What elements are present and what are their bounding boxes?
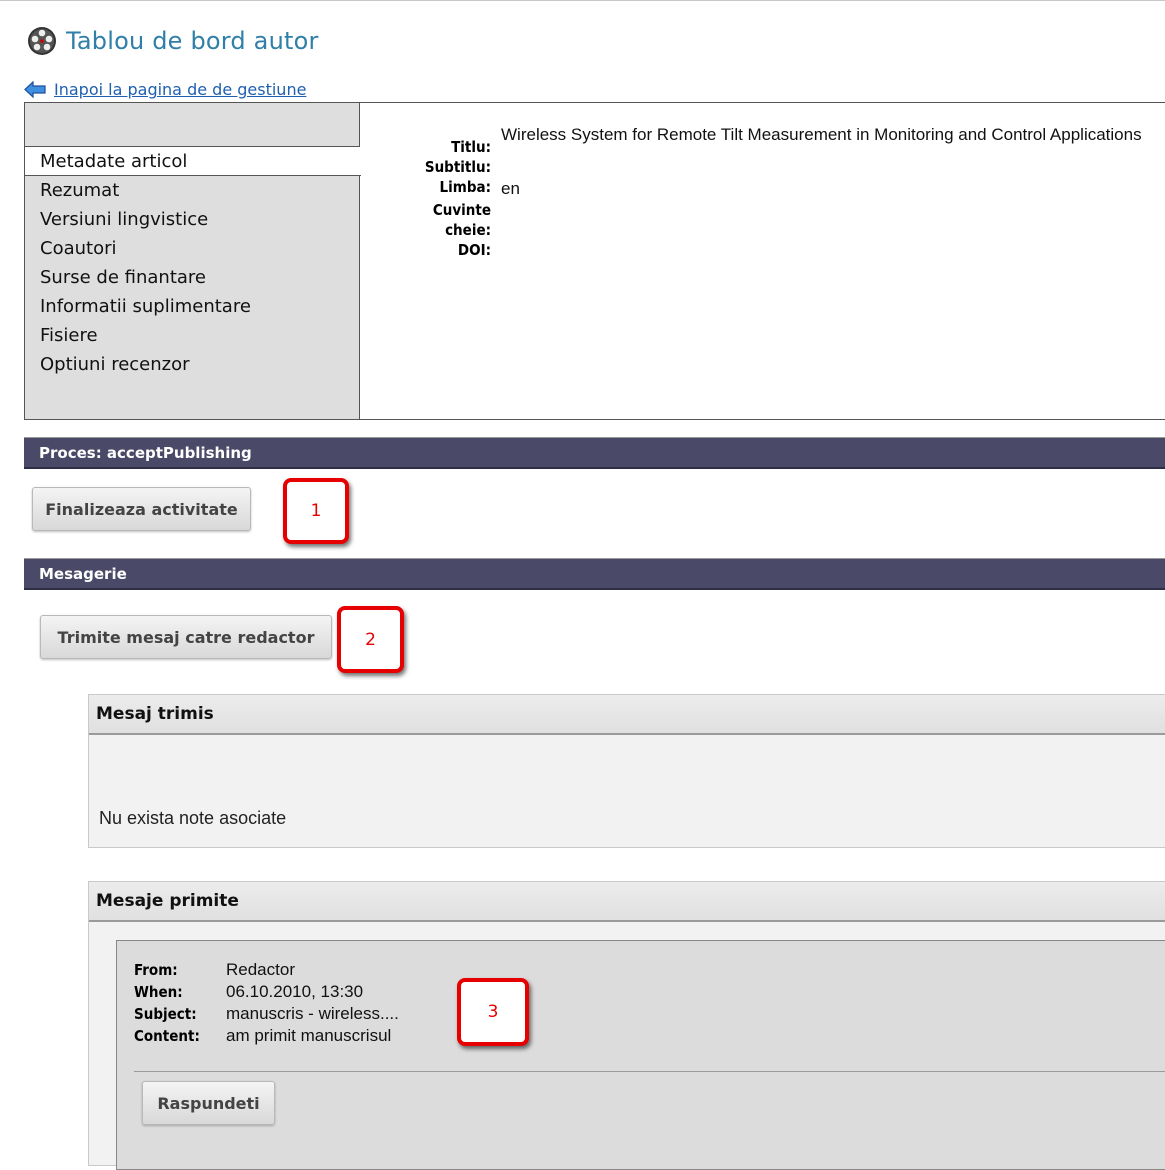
from-value: Redactor xyxy=(226,960,295,979)
reply-button[interactable]: Raspundeti xyxy=(142,1081,275,1125)
message-card: From: Redactor When: 06.10.2010, 13:30 S… xyxy=(116,940,1165,1170)
title-label: Titlu: xyxy=(451,138,491,156)
when-label: When: xyxy=(134,983,183,1001)
title-value: Wireless System for Remote Tilt Measurem… xyxy=(501,125,1142,144)
top-divider xyxy=(0,0,1165,1)
tab-rezumat[interactable]: Rezumat xyxy=(25,176,359,205)
tab-optiuni-recenzor[interactable]: Optiuni recenzor xyxy=(25,350,359,379)
from-label: From: xyxy=(134,961,178,979)
tab-metadate-articol[interactable]: Metadate articol xyxy=(25,147,361,176)
subtitle-label: Subtitlu: xyxy=(424,158,491,176)
tabs-spacer xyxy=(25,103,359,147)
annotation-marker-1: 1 xyxy=(283,478,349,544)
page-header: Tablou de bord autor xyxy=(26,24,319,58)
message-details: From: Redactor When: 06.10.2010, 13:30 S… xyxy=(134,959,399,1047)
tab-surse-de-finantare[interactable]: Surse de finantare xyxy=(25,263,359,292)
doi-value xyxy=(501,240,1161,260)
sent-empty-note: Nu exista note asociate xyxy=(99,808,287,828)
send-message-button[interactable]: Trimite mesaj catre redactor xyxy=(40,615,332,659)
tab-fisiere[interactable]: Fisiere xyxy=(25,321,359,350)
field-language: Limba: en xyxy=(361,177,1161,200)
sent-messages-panel: Mesaj trimis Nu exista note asociate xyxy=(88,694,1165,848)
field-subtitle: Subtitlu: xyxy=(361,157,1161,177)
message-when: When: 06.10.2010, 13:30 xyxy=(134,981,399,1003)
messaging-header: Mesagerie xyxy=(24,558,1165,590)
language-label: Limba: xyxy=(439,178,491,196)
message-subject: Subject: manuscris - wireless.... xyxy=(134,1003,399,1025)
page-title: Tablou de bord autor xyxy=(66,27,319,55)
subtitle-value xyxy=(501,157,1161,177)
annotation-marker-2: 2 xyxy=(337,606,404,673)
doi-label: DOI: xyxy=(457,241,491,259)
field-keywords: Cuvinte cheie: xyxy=(361,200,1161,240)
tab-informatii-suplimentare[interactable]: Informatii suplimentare xyxy=(25,292,359,321)
tab-coautori[interactable]: Coautori xyxy=(25,234,359,263)
finalize-activity-button[interactable]: Finalizeaza activitate xyxy=(32,487,251,531)
process-header: Proces: acceptPublishing xyxy=(24,437,1165,469)
metadata-panel: Metadate articol Rezumat Versiuni lingvi… xyxy=(24,102,1165,420)
film-reel-icon xyxy=(28,27,56,55)
sent-messages-header: Mesaj trimis xyxy=(89,695,1165,735)
back-link-text[interactable]: Inapoi la pagina de de gestiune xyxy=(54,80,306,99)
message-content: Content: am primit manuscrisul xyxy=(134,1025,399,1047)
content-value: am primit manuscrisul xyxy=(226,1026,392,1045)
subject-label: Subject: xyxy=(134,1005,197,1023)
keywords-label-line2: cheie: xyxy=(445,221,491,239)
message-divider xyxy=(134,1071,1165,1072)
keywords-value xyxy=(501,200,1161,240)
field-doi: DOI: xyxy=(361,240,1161,260)
subject-value: manuscris - wireless.... xyxy=(226,1004,399,1023)
tab-versiuni-lingvistice[interactable]: Versiuni lingvistice xyxy=(25,205,359,234)
annotation-marker-3: 3 xyxy=(457,978,529,1046)
when-value: 06.10.2010, 13:30 xyxy=(226,982,364,1001)
received-messages-panel: Mesaje primite From: Redactor When: 06.1… xyxy=(88,881,1165,1170)
keywords-label: Cuvinte cheie: xyxy=(361,200,501,240)
keywords-label-line1: Cuvinte xyxy=(432,201,491,219)
field-title: Titlu: Wireless System for Remote Tilt M… xyxy=(361,123,1161,157)
content-label: Content: xyxy=(134,1027,200,1045)
received-messages-header: Mesaje primite xyxy=(89,882,1165,922)
metadata-fields: Titlu: Wireless System for Remote Tilt M… xyxy=(361,123,1161,260)
back-link[interactable]: Inapoi la pagina de de gestiune xyxy=(24,80,306,99)
language-value: en xyxy=(501,179,520,198)
message-from: From: Redactor xyxy=(134,959,399,981)
metadata-tabs: Metadate articol Rezumat Versiuni lingvi… xyxy=(25,103,361,419)
arrow-left-icon xyxy=(24,81,46,98)
